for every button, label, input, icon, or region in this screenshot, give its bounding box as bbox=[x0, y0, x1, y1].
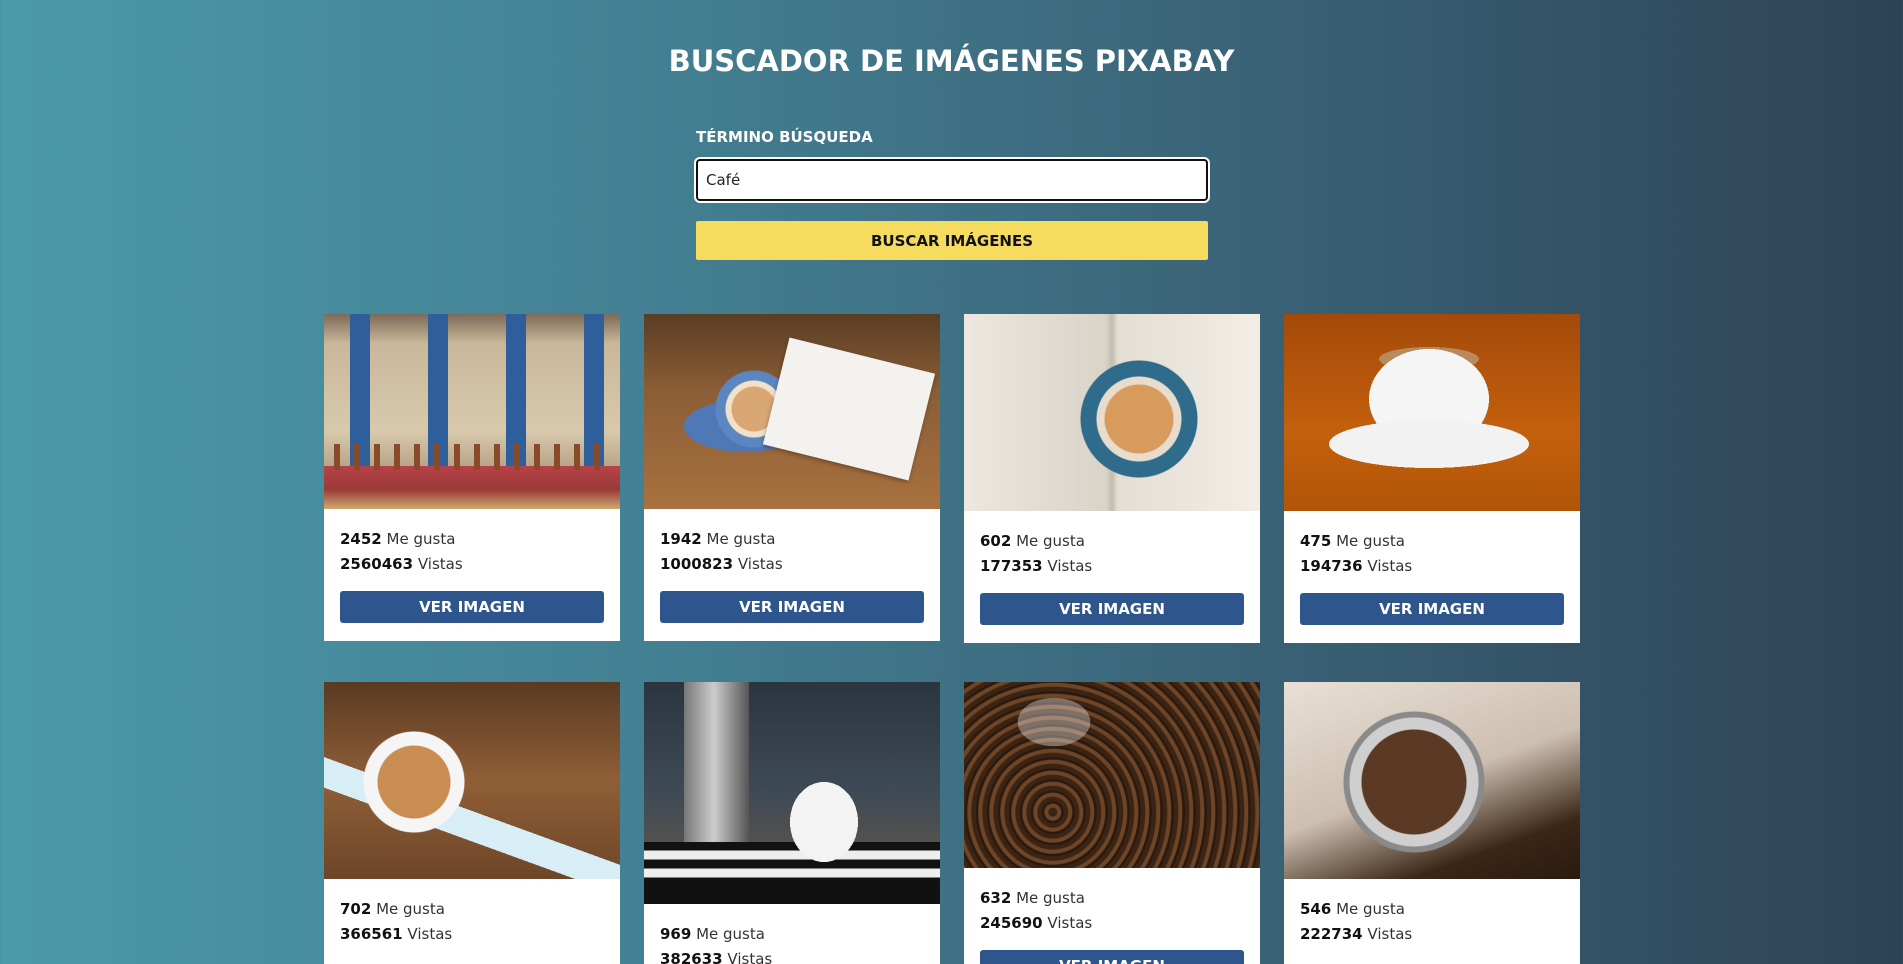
views-count: 245690 bbox=[980, 914, 1043, 932]
views-label: Vistas bbox=[1367, 925, 1413, 943]
views-count: 382633 bbox=[660, 950, 723, 964]
views-count: 366561 bbox=[340, 925, 403, 943]
views-line: 222734 Vistas bbox=[1300, 922, 1564, 947]
result-image bbox=[964, 682, 1260, 868]
likes-label: Me gusta bbox=[1016, 889, 1085, 907]
result-body: 702 Me gusta 366561 Vistas bbox=[324, 879, 620, 963]
result-image bbox=[324, 682, 620, 879]
likes-count: 602 bbox=[980, 532, 1012, 550]
views-line: 245690 Vistas bbox=[980, 911, 1244, 936]
likes-line: 1942 Me gusta bbox=[660, 527, 924, 552]
result-card: 1942 Me gusta 1000823 Vistas VER IMAGEN bbox=[644, 314, 940, 641]
result-body: 1942 Me gusta 1000823 Vistas VER IMAGEN bbox=[644, 509, 940, 639]
result-image bbox=[324, 314, 620, 509]
likes-label: Me gusta bbox=[1336, 900, 1405, 918]
view-image-button[interactable]: VER IMAGEN bbox=[980, 593, 1244, 625]
search-form: TÉRMINO BÚSQUEDA BUSCAR IMÁGENES bbox=[694, 128, 1210, 260]
result-card: 602 Me gusta 177353 Vistas VER IMAGEN bbox=[964, 314, 1260, 643]
likes-count: 632 bbox=[980, 889, 1012, 907]
result-card: 702 Me gusta 366561 Vistas bbox=[324, 682, 620, 964]
views-label: Vistas bbox=[1047, 557, 1093, 575]
result-card: 546 Me gusta 222734 Vistas bbox=[1284, 682, 1580, 964]
likes-label: Me gusta bbox=[696, 925, 765, 943]
views-label: Vistas bbox=[1367, 557, 1413, 575]
views-count: 177353 bbox=[980, 557, 1043, 575]
search-input[interactable] bbox=[694, 157, 1210, 203]
views-label: Vistas bbox=[407, 925, 453, 943]
result-card: 632 Me gusta 245690 Vistas VER IMAGEN bbox=[964, 682, 1260, 964]
likes-line: 969 Me gusta bbox=[660, 922, 924, 947]
likes-count: 702 bbox=[340, 900, 372, 918]
view-image-button[interactable]: VER IMAGEN bbox=[340, 591, 604, 623]
views-line: 194736 Vistas bbox=[1300, 554, 1564, 579]
views-count: 222734 bbox=[1300, 925, 1363, 943]
likes-count: 475 bbox=[1300, 532, 1332, 550]
likes-line: 475 Me gusta bbox=[1300, 529, 1564, 554]
views-line: 366561 Vistas bbox=[340, 922, 604, 947]
result-body: 969 Me gusta 382633 Vistas bbox=[644, 904, 940, 964]
result-image bbox=[644, 682, 940, 904]
views-line: 1000823 Vistas bbox=[660, 552, 924, 577]
page-title: BUSCADOR DE IMÁGENES PIXABAY bbox=[668, 44, 1235, 78]
likes-label: Me gusta bbox=[1336, 532, 1405, 550]
result-body: 602 Me gusta 177353 Vistas VER IMAGEN bbox=[964, 511, 1260, 641]
likes-line: 702 Me gusta bbox=[340, 897, 604, 922]
result-body: 475 Me gusta 194736 Vistas VER IMAGEN bbox=[1284, 511, 1580, 641]
views-label: Vistas bbox=[727, 950, 773, 964]
likes-line: 2452 Me gusta bbox=[340, 527, 604, 552]
result-body: 2452 Me gusta 2560463 Vistas VER IMAGEN bbox=[324, 509, 620, 639]
views-line: 177353 Vistas bbox=[980, 554, 1244, 579]
views-label: Vistas bbox=[417, 555, 463, 573]
likes-line: 546 Me gusta bbox=[1300, 897, 1564, 922]
result-card: 2452 Me gusta 2560463 Vistas VER IMAGEN bbox=[324, 314, 620, 641]
likes-count: 969 bbox=[660, 925, 692, 943]
result-image bbox=[644, 314, 940, 509]
result-image bbox=[1284, 682, 1580, 879]
likes-count: 546 bbox=[1300, 900, 1332, 918]
views-line: 2560463 Vistas bbox=[340, 552, 604, 577]
likes-count: 1942 bbox=[660, 530, 702, 548]
result-card: 475 Me gusta 194736 Vistas VER IMAGEN bbox=[1284, 314, 1580, 643]
views-count: 194736 bbox=[1300, 557, 1363, 575]
likes-label: Me gusta bbox=[376, 900, 445, 918]
result-image bbox=[964, 314, 1260, 511]
likes-line: 632 Me gusta bbox=[980, 886, 1244, 911]
search-button[interactable]: BUSCAR IMÁGENES bbox=[696, 221, 1208, 260]
views-line: 382633 Vistas bbox=[660, 947, 924, 964]
header: BUSCADOR DE IMÁGENES PIXABAY bbox=[0, 44, 1903, 78]
likes-label: Me gusta bbox=[1016, 532, 1085, 550]
views-count: 1000823 bbox=[660, 555, 734, 573]
likes-label: Me gusta bbox=[386, 530, 456, 548]
view-image-button[interactable]: VER IMAGEN bbox=[980, 950, 1244, 964]
result-body: 632 Me gusta 245690 Vistas VER IMAGEN bbox=[964, 868, 1260, 964]
view-image-button[interactable]: VER IMAGEN bbox=[660, 591, 924, 623]
likes-line: 602 Me gusta bbox=[980, 529, 1244, 554]
likes-label: Me gusta bbox=[706, 530, 776, 548]
result-body: 546 Me gusta 222734 Vistas bbox=[1284, 879, 1580, 963]
views-label: Vistas bbox=[737, 555, 783, 573]
search-label: TÉRMINO BÚSQUEDA bbox=[696, 128, 873, 146]
result-card: 969 Me gusta 382633 Vistas bbox=[644, 682, 940, 964]
views-label: Vistas bbox=[1047, 914, 1093, 932]
likes-count: 2452 bbox=[340, 530, 382, 548]
views-count: 2560463 bbox=[340, 555, 414, 573]
result-image bbox=[1284, 314, 1580, 511]
view-image-button[interactable]: VER IMAGEN bbox=[1300, 593, 1564, 625]
